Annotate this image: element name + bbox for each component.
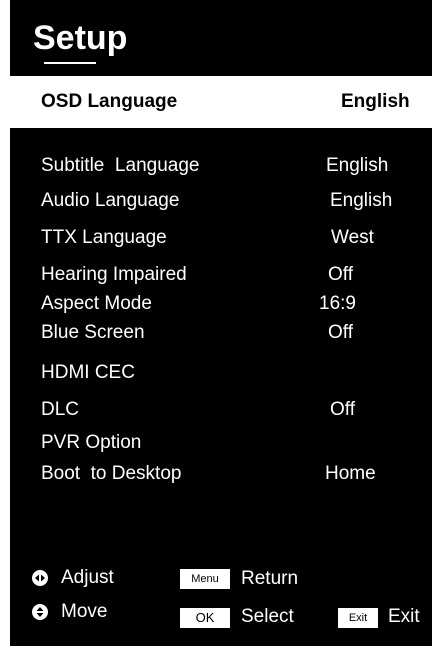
- menu-item-value: 16:9: [319, 293, 356, 314]
- menu-item-value: Off: [330, 399, 355, 420]
- exit-key-button[interactable]: Exit: [338, 608, 378, 628]
- menu-item-value: Off: [328, 264, 353, 285]
- menu-item-label: Aspect Mode: [41, 293, 152, 314]
- menu-item-value: Off: [328, 322, 353, 343]
- menu-item-label: Audio Language: [41, 190, 180, 211]
- menu-item-audio-language[interactable]: Audio Language English: [10, 189, 432, 215]
- menu-item-hdmi-cec[interactable]: HDMI CEC: [10, 361, 432, 387]
- menu-item-hearing-impaired[interactable]: Hearing Impaired Off: [10, 263, 432, 289]
- menu-item-aspect-mode[interactable]: Aspect Mode 16:9: [10, 292, 432, 318]
- menu-item-subtitle-language[interactable]: Subtitle Language English: [10, 154, 432, 180]
- title-underline: [44, 62, 96, 64]
- menu-item-pvr-option[interactable]: PVR Option: [10, 431, 432, 457]
- move-hint-label: Move: [61, 601, 108, 622]
- select-hint-label: Select: [241, 606, 294, 627]
- left-right-arrows-icon: [32, 570, 48, 586]
- menu-item-osd-language[interactable]: OSD Language English: [10, 76, 432, 128]
- menu-item-label: TTX Language: [41, 227, 167, 248]
- menu-item-label: Subtitle Language: [41, 155, 200, 176]
- menu-item-value: Home: [325, 463, 376, 484]
- menu-item-label: Hearing Impaired: [41, 264, 187, 285]
- menu-item-value: English: [326, 155, 389, 176]
- ok-key-button[interactable]: OK: [180, 608, 230, 628]
- exit-hint-label: Exit: [388, 606, 420, 627]
- menu-item-label: PVR Option: [41, 432, 142, 453]
- menu-item-dlc[interactable]: DLC Off: [10, 398, 432, 424]
- menu-item-blue-screen[interactable]: Blue Screen Off: [10, 321, 432, 347]
- menu-item-value: West: [331, 227, 374, 248]
- menu-item-label: DLC: [41, 399, 80, 420]
- menu-item-value: English: [341, 91, 410, 112]
- return-hint-label: Return: [241, 568, 299, 589]
- adjust-hint-label: Adjust: [61, 567, 114, 588]
- menu-item-label: OSD Language: [41, 91, 178, 112]
- menu-item-ttx-language[interactable]: TTX Language West: [10, 226, 432, 252]
- up-down-arrows-icon: [32, 604, 48, 620]
- menu-item-value: English: [330, 190, 393, 211]
- menu-item-label: Boot to Desktop: [41, 463, 182, 484]
- setup-screen: Setup OSD Language English Subtitle Lang…: [0, 0, 435, 646]
- menu-key-button[interactable]: Menu: [180, 569, 230, 589]
- menu-item-label: HDMI CEC: [41, 362, 135, 383]
- menu-item-label: Blue Screen: [41, 322, 145, 343]
- menu-item-boot-to-desktop[interactable]: Boot to Desktop Home: [10, 462, 432, 488]
- page-title: Setup: [33, 19, 128, 57]
